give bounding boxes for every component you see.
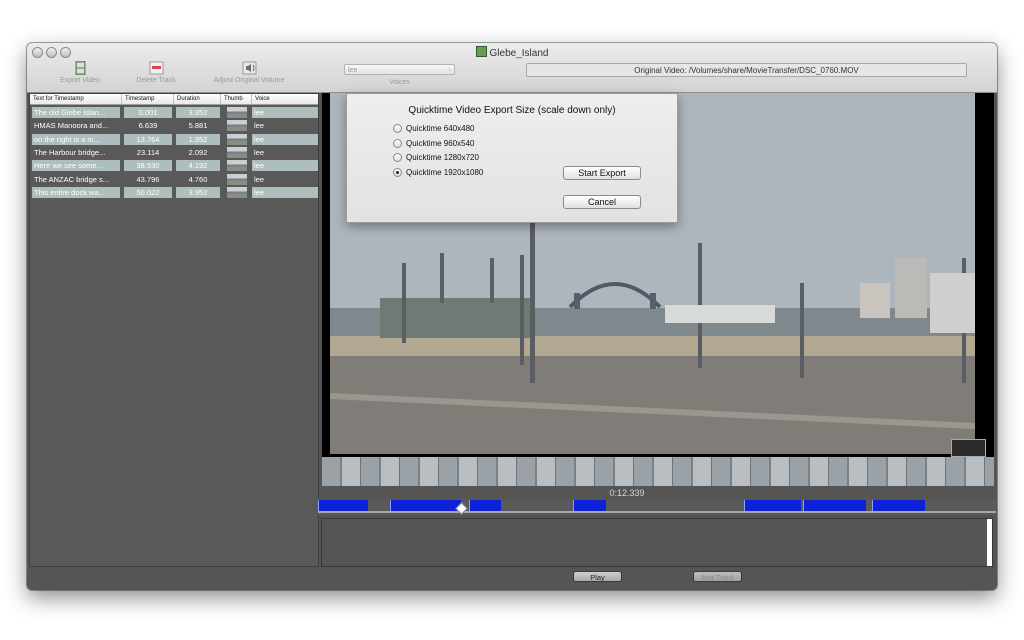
cell-timestamp: 6.639 [138,121,158,131]
timeline-segment[interactable] [390,500,461,511]
radio-button-icon[interactable] [393,153,402,162]
cell-duration: 3.952 [176,186,220,198]
cell-duration: 4.760 [188,174,208,184]
original-video-path: Original Video: /Volumes/share/MovieTran… [526,63,967,77]
export-size-radio[interactable]: Quicktime 1920x1080 [393,167,483,179]
table-row[interactable]: The Harbour bridge... 23.114 2.092 lee [30,146,318,159]
cell-text: on the right is a m... [32,133,120,145]
table-row[interactable]: The ANZAC bridge s... 43.796 4.760 lee [30,173,318,186]
cell-timestamp: 13.764 [124,133,172,145]
voices-select[interactable]: lee ↕ [344,64,455,75]
export-size-radio[interactable]: Quicktime 640x480 [393,123,474,135]
thumbnail-filmstrip[interactable] [322,457,994,486]
timeline-segment[interactable] [573,500,606,511]
cell-voice: lee [252,107,318,118]
timeline[interactable] [318,499,996,515]
thumbnail-image [227,120,247,132]
video-overlay-marker [951,439,986,457]
radio-button-icon[interactable] [393,138,402,148]
adjust-volume-button[interactable]: Adjust Original Volume [205,61,293,84]
radio-label: Quicktime 960x540 [406,138,475,148]
audio-track-area[interactable] [321,518,993,567]
export-video-button[interactable]: Export Video [51,61,109,84]
thumbnail-image [227,146,247,158]
export-size-radio[interactable]: Quicktime 1280x720 [393,152,479,164]
cell-duration: 3.852 [176,107,220,118]
start-export-button[interactable]: Start Export [563,166,641,180]
thumbnail-image [227,107,247,118]
column-header-text[interactable]: Text for Timestamp [30,94,122,104]
voices-label: Voices [389,79,410,86]
table-row[interactable]: This entire dock wa... 50.022 3.952 lee [30,186,318,199]
cell-text: The Harbour bridge... [34,147,106,157]
table-row[interactable]: The old Glebe Islan... 0.001 3.852 lee [30,106,318,119]
radio-button-icon[interactable] [393,167,402,177]
radio-label: Quicktime 1280x720 [406,153,479,162]
cell-text: The ANZAC bridge s... [34,174,110,184]
table-row[interactable]: on the right is a m... 13.764 1.952 lee [30,133,318,146]
cell-text: Here we see some... [32,160,120,172]
table-header: Text for Timestamp Timestamp Duration Th… [30,94,318,105]
cell-voice: lee [252,133,318,145]
cell-timestamp: 38.530 [124,160,172,172]
timeline-segment[interactable] [744,500,801,511]
cell-text: HMAS Manoora and... [34,121,109,131]
export-size-dialog: Quicktime Video Export Size (scale down … [346,93,678,223]
dialog-title: Quicktime Video Export Size (scale down … [408,105,616,116]
radio-label: Quicktime 640x480 [406,124,475,133]
cell-text: The old Glebe Islan... [32,107,120,118]
cell-voice: lee [254,174,265,184]
cell-timestamp: 43.796 [136,174,160,184]
current-time: 0:12.339 [609,488,645,498]
cell-timestamp: 0.001 [124,107,172,118]
play-button[interactable]: Play [573,571,622,582]
tracks-table: Text for Timestamp Timestamp Duration Th… [29,93,319,567]
table-row[interactable]: HMAS Manoora and... 6.639 5.881 lee [30,119,318,132]
radio-label: Quicktime 1920x1080 [406,167,484,177]
timeline-track [318,511,996,513]
column-header-duration[interactable]: Duration [174,94,221,104]
column-header-voice[interactable]: Voice [252,94,318,104]
export-size-radio[interactable]: Quicktime 960x540 [393,138,474,150]
cancel-button[interactable]: Cancel [563,195,641,209]
column-header-timestamp[interactable]: Timestamp [122,94,174,104]
cell-voice: lee [254,121,265,131]
film-icon [75,61,85,75]
speaker-icon [242,61,256,75]
cell-text: This entire dock wa... [32,186,120,198]
cell-duration: 5.881 [188,121,208,131]
cell-timestamp: 23.114 [136,147,160,157]
timeline-segment[interactable] [318,500,368,511]
cell-voice: lee [252,160,318,172]
column-header-thumb[interactable]: Thumb [221,94,252,104]
track-end-marker [987,519,992,566]
cell-duration: 2.092 [188,147,208,157]
thumbnail-image [227,186,247,198]
add-track-button[interactable]: Add Track [693,571,742,582]
cell-timestamp: 50.022 [124,186,172,198]
timeline-segment[interactable] [872,500,925,511]
thumbnail-image [227,173,247,185]
window-title: Glebe_Island [27,46,997,59]
cell-voice: lee [252,186,318,198]
timeline-segment[interactable] [469,500,501,511]
cell-duration: 4.192 [176,160,220,172]
delete-track-button[interactable]: Delete Track [128,61,184,84]
cell-duration: 1.952 [176,133,220,145]
delete-track-icon [149,61,163,75]
radio-button-icon[interactable] [393,124,402,133]
timeline-segment[interactable] [803,500,866,511]
updown-arrow-icon: ↕ [448,67,451,73]
table-row[interactable]: Here we see some... 38.530 4.192 lee [30,159,318,172]
thumbnail-image [227,160,247,172]
title-bar: Glebe_Island Export Video Delete Track A… [27,43,997,93]
cell-voice: lee [254,147,265,157]
thumbnail-image [227,133,247,145]
document-icon [475,46,487,57]
